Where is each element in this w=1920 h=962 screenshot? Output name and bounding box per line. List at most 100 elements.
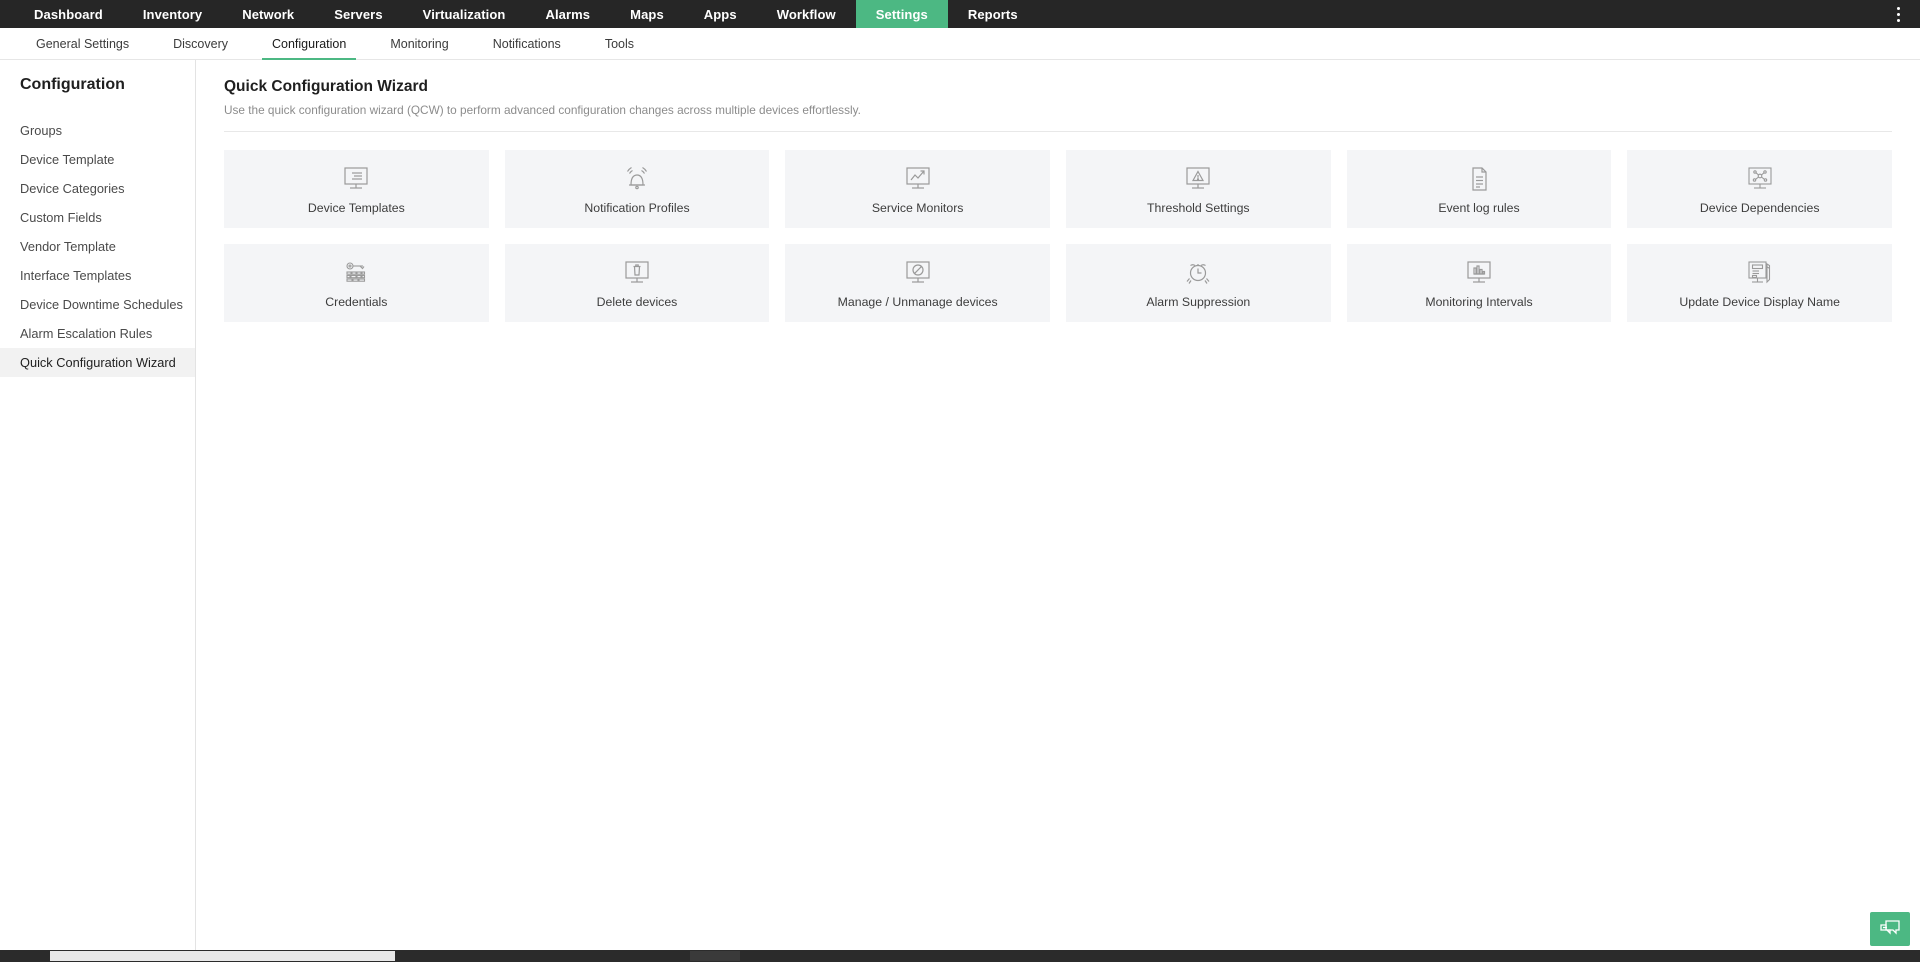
tile-label: Notification Profiles	[584, 201, 689, 215]
topnav-item-alarms[interactable]: Alarms	[525, 0, 610, 28]
tab-label: Monitoring	[390, 37, 448, 51]
tile-label: Delete devices	[597, 295, 678, 309]
page-shell: Configuration Groups Device Template Dev…	[0, 60, 1920, 950]
sidebar-item-device-template[interactable]: Device Template	[0, 145, 195, 174]
tab-label: General Settings	[36, 37, 129, 51]
tab-general-settings[interactable]: General Settings	[14, 28, 151, 59]
topnav-label: Maps	[630, 7, 664, 22]
tab-label: Tools	[605, 37, 634, 51]
tile-delete-devices[interactable]: Delete devices	[505, 244, 770, 322]
tab-discovery[interactable]: Discovery	[151, 28, 250, 59]
tile-label: Threshold Settings	[1147, 201, 1250, 215]
sidebar-item-alarm-escalation-rules[interactable]: Alarm Escalation Rules	[0, 319, 195, 348]
page-title: Quick Configuration Wizard	[224, 78, 1892, 96]
topnav-label: Dashboard	[34, 7, 103, 22]
chat-support-button[interactable]	[1870, 912, 1910, 946]
horizontal-scrollbar-thumb[interactable]	[50, 951, 395, 961]
top-nav-item-list: Dashboard Inventory Network Servers Virt…	[0, 0, 1038, 28]
monitor-pencil-icon	[1745, 258, 1775, 290]
tile-label: Service Monitors	[872, 201, 964, 215]
horizontal-scrollbar[interactable]	[0, 950, 1920, 962]
kebab-menu-icon[interactable]	[1888, 3, 1908, 25]
tile-notification-profiles[interactable]: Notification Profiles	[505, 150, 770, 228]
monitor-lines-icon	[341, 164, 371, 196]
tile-device-dependencies[interactable]: Device Dependencies	[1627, 150, 1892, 228]
tile-label: Update Device Display Name	[1679, 295, 1840, 309]
sidebar-item-label: Quick Configuration Wizard	[20, 355, 176, 370]
topnav-label: Servers	[334, 7, 382, 22]
sidebar-item-device-categories[interactable]: Device Categories	[0, 174, 195, 203]
topnav-item-workflow[interactable]: Workflow	[757, 0, 856, 28]
header-divider	[224, 131, 1892, 132]
top-nav-right-actions	[1888, 0, 1920, 28]
sidebar-title: Configuration	[0, 76, 195, 94]
page-description: Use the quick configuration wizard (QCW)…	[224, 103, 1892, 117]
tile-event-log-rules[interactable]: Event log rules	[1347, 150, 1612, 228]
monitor-warning-icon	[1183, 164, 1213, 196]
monitor-bars-icon	[1464, 258, 1494, 290]
sidebar-item-label: Interface Templates	[20, 268, 131, 283]
monitor-network-icon	[1745, 164, 1775, 196]
key-keyboard-icon	[341, 258, 371, 290]
tile-credentials[interactable]: Credentials	[224, 244, 489, 322]
quick-configuration-tile-grid: Device Templates Notification Profiles	[224, 150, 1892, 322]
topnav-label: Virtualization	[423, 7, 506, 22]
tab-notifications[interactable]: Notifications	[471, 28, 583, 59]
top-navigation-bar: Dashboard Inventory Network Servers Virt…	[0, 0, 1920, 28]
sidebar-item-vendor-template[interactable]: Vendor Template	[0, 232, 195, 261]
sidebar-item-groups[interactable]: Groups	[0, 116, 195, 145]
tile-device-templates[interactable]: Device Templates	[224, 150, 489, 228]
topnav-label: Network	[242, 7, 294, 22]
topnav-label: Workflow	[777, 7, 836, 22]
monitor-trend-icon	[903, 164, 933, 196]
chat-bubbles-icon	[1879, 920, 1901, 938]
tile-label: Manage / Unmanage devices	[838, 295, 998, 309]
sidebar-item-label: Device Categories	[20, 181, 125, 196]
sidebar-item-label: Alarm Escalation Rules	[20, 326, 152, 341]
sidebar-item-custom-fields[interactable]: Custom Fields	[0, 203, 195, 232]
tile-label: Event log rules	[1438, 201, 1519, 215]
topnav-item-settings[interactable]: Settings	[856, 0, 948, 28]
sidebar-item-label: Device Template	[20, 152, 114, 167]
topnav-item-virtualization[interactable]: Virtualization	[403, 0, 526, 28]
tile-label: Alarm Suppression	[1146, 295, 1250, 309]
document-lines-icon	[1464, 164, 1494, 196]
sidebar-item-quick-configuration-wizard[interactable]: Quick Configuration Wizard	[0, 348, 195, 377]
topnav-label: Apps	[704, 7, 737, 22]
tile-label: Device Dependencies	[1700, 201, 1820, 215]
sidebar-item-interface-templates[interactable]: Interface Templates	[0, 261, 195, 290]
ringing-bell-icon	[622, 164, 652, 196]
tile-label: Monitoring Intervals	[1425, 295, 1532, 309]
topnav-label: Settings	[876, 7, 928, 22]
topnav-item-dashboard[interactable]: Dashboard	[14, 0, 123, 28]
configuration-sidebar: Configuration Groups Device Template Dev…	[0, 60, 196, 950]
tile-update-device-display-name[interactable]: Update Device Display Name	[1627, 244, 1892, 322]
sidebar-item-device-downtime-schedules[interactable]: Device Downtime Schedules	[0, 290, 195, 319]
tab-tools[interactable]: Tools	[583, 28, 656, 59]
topnav-item-maps[interactable]: Maps	[610, 0, 684, 28]
topnav-item-reports[interactable]: Reports	[948, 0, 1038, 28]
topnav-label: Reports	[968, 7, 1018, 22]
tile-threshold-settings[interactable]: Threshold Settings	[1066, 150, 1331, 228]
monitor-trash-icon	[622, 258, 652, 290]
topnav-label: Alarms	[545, 7, 590, 22]
tab-monitoring[interactable]: Monitoring	[368, 28, 470, 59]
topnav-item-apps[interactable]: Apps	[684, 0, 757, 28]
sidebar-item-label: Vendor Template	[20, 239, 116, 254]
tab-configuration[interactable]: Configuration	[250, 28, 368, 59]
tab-label: Notifications	[493, 37, 561, 51]
sidebar-item-label: Device Downtime Schedules	[20, 297, 183, 312]
sidebar-item-label: Groups	[20, 123, 62, 138]
tile-monitoring-intervals[interactable]: Monitoring Intervals	[1347, 244, 1612, 322]
topnav-item-servers[interactable]: Servers	[314, 0, 402, 28]
alarm-clock-icon	[1183, 258, 1213, 290]
topnav-label: Inventory	[143, 7, 202, 22]
tile-alarm-suppression[interactable]: Alarm Suppression	[1066, 244, 1331, 322]
tile-manage-unmanage-devices[interactable]: Manage / Unmanage devices	[785, 244, 1050, 322]
monitor-slash-icon	[903, 258, 933, 290]
topnav-item-network[interactable]: Network	[222, 0, 314, 28]
tile-service-monitors[interactable]: Service Monitors	[785, 150, 1050, 228]
main-content: Quick Configuration Wizard Use the quick…	[196, 60, 1920, 950]
topnav-item-inventory[interactable]: Inventory	[123, 0, 222, 28]
tab-label: Configuration	[272, 37, 346, 51]
